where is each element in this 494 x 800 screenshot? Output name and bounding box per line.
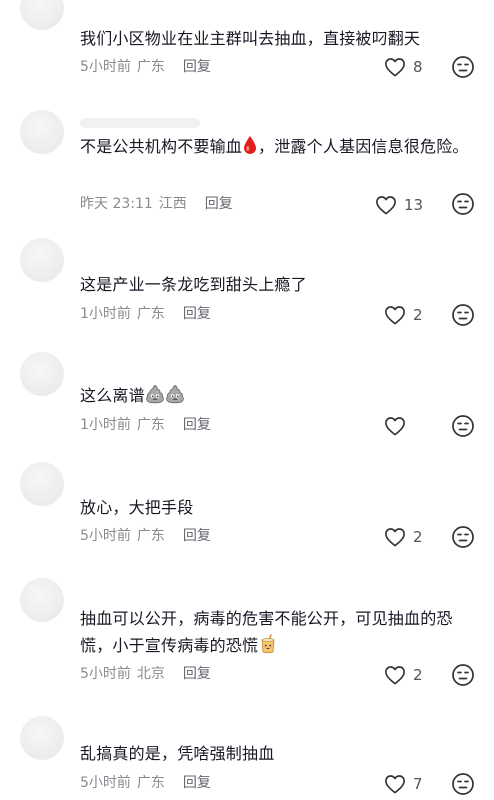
comment-location: 广东 (136, 775, 165, 791)
comment-time: 5小时前 (80, 59, 131, 75)
unimpressed-face-icon (452, 664, 474, 686)
comment-time: 5小时前 (80, 666, 131, 682)
poop-emoji (165, 385, 184, 404)
dislike-button[interactable] (451, 414, 475, 438)
comment-meta: 1小时前 广东 回复 (80, 304, 217, 324)
like-count: 2 (413, 666, 423, 684)
unimpressed-face-icon (452, 526, 474, 548)
comment-text: 我们小区物业在业主群叫去抽血，直接被叼翻天 (80, 29, 421, 48)
comment-time: 昨天 23:11 (80, 196, 153, 212)
unimpressed-face-icon (452, 415, 474, 437)
comment-text-part: 这么离谱 (80, 386, 145, 405)
like-button[interactable]: 2 (384, 663, 423, 687)
like-count: 8 (413, 58, 423, 76)
reply-button[interactable]: 回复 (205, 196, 233, 212)
reply-button[interactable]: 回复 (183, 417, 211, 433)
dislike-button[interactable] (451, 303, 475, 327)
comment-location: 广东 (136, 306, 165, 322)
dislike-button[interactable] (451, 525, 475, 549)
avatar[interactable] (20, 578, 64, 622)
bubble-tea-emoji (261, 634, 275, 654)
avatar[interactable] (20, 352, 64, 396)
dislike-button[interactable] (451, 663, 475, 687)
heart-outline-icon (376, 196, 396, 215)
avatar[interactable] (20, 716, 64, 760)
like-button[interactable] (384, 414, 413, 438)
comment-text: 乱搞真的是，凭啥强制抽血 (80, 744, 275, 763)
unimpressed-face-icon (452, 193, 474, 215)
blurred-username (80, 118, 200, 128)
comment-location: 广东 (136, 528, 165, 544)
heart-outline-icon (385, 58, 405, 77)
like-button[interactable]: 13 (375, 193, 423, 217)
comment-time: 5小时前 (80, 775, 131, 791)
comment-time: 1小时前 (80, 306, 131, 322)
avatar[interactable] (20, 0, 64, 30)
comment-location: 广东 (136, 417, 165, 433)
avatar[interactable] (20, 110, 64, 154)
like-button[interactable]: 2 (384, 525, 423, 549)
comment-meta: 5小时前 北京 回复 (80, 664, 217, 684)
comment-text: 不是公共机构不要输血 ，泄露个人基因信息很危险。 (80, 133, 470, 160)
like-count: 2 (413, 306, 423, 324)
reply-button[interactable]: 回复 (183, 306, 211, 322)
comment-text: 抽血可以公开，病毒的危害不能公开，可见抽血的恐慌，小于宣传病毒的恐慌 (80, 605, 470, 659)
like-count: 2 (413, 528, 423, 546)
reply-button[interactable]: 回复 (183, 775, 211, 791)
comment-text: 这么离谱 (80, 382, 470, 409)
dislike-button[interactable] (451, 55, 475, 79)
heart-outline-icon (385, 417, 405, 436)
comment-text-part: ，泄露个人基因信息很危险。 (258, 137, 469, 156)
comment-location: 广东 (136, 59, 165, 75)
comment-meta: 5小时前 广东 回复 (80, 773, 217, 793)
unimpressed-face-icon (452, 773, 474, 795)
blood-drop-emoji (244, 136, 257, 154)
comment-location: 北京 (136, 666, 165, 682)
like-count: 7 (413, 775, 423, 793)
comment-time: 5小时前 (80, 528, 131, 544)
heart-outline-icon (385, 775, 405, 794)
dislike-button[interactable] (451, 772, 475, 796)
comment-time: 1小时前 (80, 417, 131, 433)
comment-meta: 1小时前 广东 回复 (80, 415, 217, 435)
reply-button[interactable]: 回复 (183, 59, 211, 75)
like-button[interactable]: 2 (384, 303, 423, 327)
heart-outline-icon (385, 666, 405, 685)
comment-text: 这是产业一条龙吃到甜头上瘾了 (80, 275, 307, 294)
unimpressed-face-icon (452, 56, 474, 78)
poop-emoji (145, 385, 164, 404)
comment-meta: 5小时前 广东 回复 (80, 57, 217, 77)
dislike-button[interactable] (451, 192, 475, 216)
avatar[interactable] (20, 462, 64, 506)
comment-meta: 5小时前 广东 回复 (80, 526, 217, 546)
heart-outline-icon (385, 306, 405, 325)
like-count: 13 (404, 196, 424, 214)
comment-text: 放心，大把手段 (80, 498, 194, 517)
heart-outline-icon (385, 528, 405, 547)
like-button[interactable]: 7 (384, 772, 423, 796)
comment-meta: 昨天 23:11 江西 回复 (80, 194, 239, 214)
comment-location: 江西 (158, 196, 187, 212)
like-button[interactable]: 8 (384, 55, 423, 79)
reply-button[interactable]: 回复 (183, 666, 211, 682)
reply-button[interactable]: 回复 (183, 528, 211, 544)
unimpressed-face-icon (452, 304, 474, 326)
comment-text-part: 不是公共机构不要输血 (80, 137, 243, 156)
avatar[interactable] (20, 238, 64, 282)
